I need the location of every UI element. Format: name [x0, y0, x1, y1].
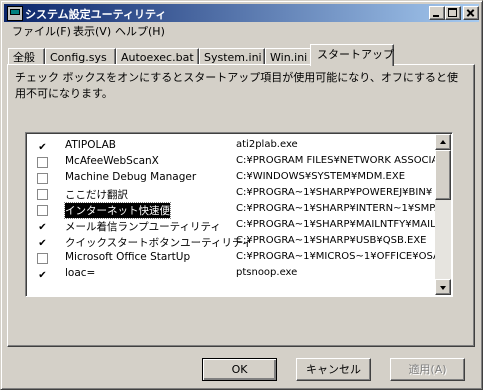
item-name: Microsoft Office StartUp — [65, 251, 191, 263]
scroll-up-arrow-icon[interactable] — [435, 134, 451, 150]
item-path: C:¥PROGRAM FILES¥NETWORK ASSOCIATES — [236, 155, 436, 166]
minimize-icon[interactable] — [429, 6, 445, 20]
menu-help[interactable]: ヘルプ(H) — [109, 24, 171, 40]
item-name: メール着信ランプユーティリティ — [65, 221, 221, 233]
item-path: ptsnoop.exe — [236, 267, 298, 278]
tab-autoexec-bat[interactable]: Autoexec.bat — [116, 48, 199, 65]
item-path: C:¥PROGRA~1¥SHARP¥POWEREJ¥BIN¥ — [236, 187, 433, 198]
list-item[interactable]: メール着信ランプユーティリティ C:¥PROGRA~1¥SHARP¥MAILNT… — [28, 218, 438, 234]
title-bar[interactable]: システム設定ユーティリティ — [4, 4, 479, 22]
item-path: ati2plab.exe — [236, 139, 298, 150]
list-item[interactable]: McAfeeWebScanX C:¥PROGRAM FILES¥NETWORK … — [28, 154, 438, 170]
item-path: C:¥WINDOWS¥SYSTEM¥MDM.EXE — [236, 171, 406, 182]
list-item[interactable]: Machine Debug Manager C:¥WINDOWS¥SYSTEM¥… — [28, 170, 438, 186]
checkbox[interactable] — [37, 269, 48, 280]
item-name: McAfeeWebScanX — [65, 155, 159, 167]
tab-system-ini[interactable]: System.ini — [199, 48, 265, 65]
checkbox[interactable] — [37, 253, 48, 264]
ok-button[interactable]: OK — [202, 358, 277, 381]
list-item[interactable]: Microsoft Office StartUp C:¥PROGRA~1¥MIC… — [28, 250, 438, 266]
tab-general[interactable]: 全般 — [8, 48, 45, 65]
close-icon[interactable] — [463, 6, 479, 20]
item-name: クイックスタートボタンユーティリティ — [65, 237, 253, 249]
startup-list: ATIPOLAB ati2plab.exe McAfeeWebScanX C:¥… — [25, 132, 453, 297]
item-path: C:¥PROGRA~1¥SHARP¥USB¥QSB.EXE — [236, 235, 427, 246]
tab-startup[interactable]: スタートアップ — [310, 44, 394, 66]
list-item[interactable]: ここだけ翻訳 C:¥PROGRA~1¥SHARP¥POWEREJ¥BIN¥ — [28, 186, 438, 202]
item-name: ここだけ翻訳 — [65, 189, 128, 201]
item-name: インターネット快速便 — [64, 202, 171, 219]
checkbox[interactable] — [37, 205, 48, 216]
item-path: C:¥PROGRA~1¥SHARP¥MAILNTFY¥MAIL — [236, 219, 436, 230]
window-title: システム設定ユーティリティ — [25, 8, 167, 21]
tab-win-ini[interactable]: Win.ini — [265, 48, 312, 65]
checkbox[interactable] — [37, 141, 48, 152]
item-name: loac= — [65, 267, 96, 279]
item-path: C:¥PROGRA~1¥MICROS~1¥OFFICE¥OSA — [236, 251, 436, 262]
menu-bar: ファイル(F) 表示(V) ヘルプ(H) — [4, 23, 479, 40]
scroll-down-arrow-icon[interactable] — [435, 279, 451, 295]
maximize-icon[interactable] — [445, 6, 461, 20]
list-item[interactable]: loac= ptsnoop.exe — [28, 266, 438, 282]
scroll-thumb[interactable] — [435, 150, 451, 200]
list-item[interactable]: ATIPOLAB ati2plab.exe — [28, 138, 438, 154]
startup-description: チェック ボックスをオンにするとスタートアップ項目が使用可能になり、オフにすると… — [15, 71, 458, 100]
checkbox[interactable] — [37, 221, 48, 232]
app-icon — [7, 6, 23, 21]
apply-button[interactable]: 適用(A) — [390, 358, 465, 381]
item-name: Machine Debug Manager — [65, 171, 197, 183]
list-item-selected[interactable]: インターネット快速便 C:¥PROGRA~1¥SHARP¥INTERN~1¥SM… — [28, 202, 438, 219]
checkbox[interactable] — [37, 237, 48, 248]
list-item[interactable]: クイックスタートボタンユーティリティ C:¥PROGRA~1¥SHARP¥USB… — [28, 234, 438, 250]
cancel-button[interactable]: キャンセル — [296, 358, 371, 381]
checkbox[interactable] — [37, 189, 48, 200]
vertical-scrollbar[interactable] — [435, 134, 451, 295]
item-path: C:¥PROGRA~1¥SHARP¥INTERN~1¥SMP. — [236, 203, 436, 214]
checkbox[interactable] — [37, 173, 48, 184]
tab-config-sys[interactable]: Config.sys — [45, 48, 116, 65]
checkbox[interactable] — [37, 157, 48, 168]
item-name: ATIPOLAB — [65, 139, 116, 151]
